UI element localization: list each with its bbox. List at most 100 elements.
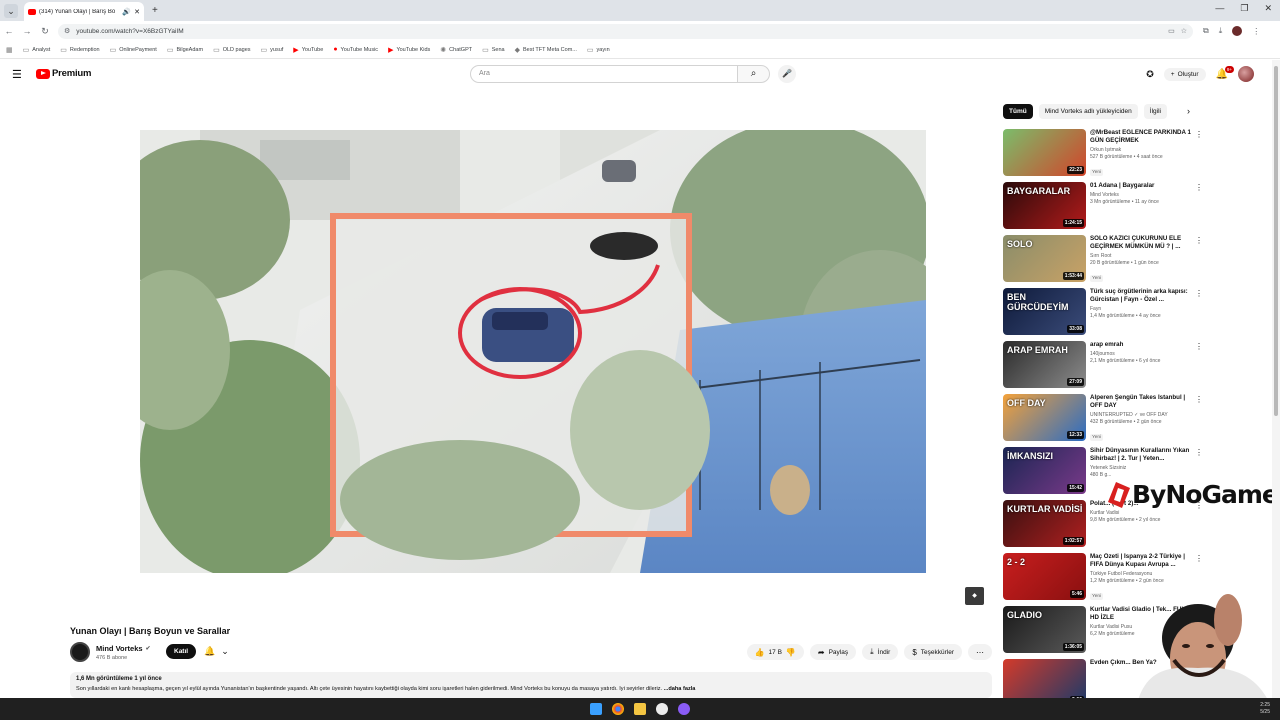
thanks-button[interactable]: $ Teşekkürler [904, 644, 962, 660]
search-button[interactable]: ⌕ [738, 65, 770, 83]
downloads-icon[interactable]: ⤓ [1219, 26, 1223, 36]
bookmark-item[interactable]: ▭ BilgeAdam [167, 46, 203, 54]
premium-icon[interactable]: ✪ [1146, 69, 1154, 80]
join-button[interactable]: Katıl [166, 644, 197, 659]
chrome-menu-icon[interactable]: ⋮ [1252, 27, 1260, 36]
video-thumbnail[interactable]: ARAP EMRAH 27:09 [1003, 341, 1086, 388]
video-player[interactable] [140, 130, 926, 573]
video-thumbnail[interactable]: OFF DAY 12:33 [1003, 394, 1086, 441]
chip-related[interactable]: İlgili [1143, 104, 1167, 119]
system-clock[interactable]: 2:25 5/25 [1260, 702, 1270, 716]
video-thumbnail[interactable]: BAYGARALAR 1:24:15 [1003, 182, 1086, 229]
channel-name[interactable]: Orkun Işıtmak [1090, 147, 1194, 153]
more-vertical-icon[interactable]: ⋮ [1195, 554, 1203, 563]
recommended-video[interactable]: ARAP EMRAH 27:09 arap emrah 140journos 2… [1003, 341, 1209, 394]
site-info-icon[interactable]: ⚙ [64, 27, 70, 35]
windows-start-icon[interactable] [590, 703, 602, 715]
more-vertical-icon[interactable]: ⋮ [1195, 448, 1203, 457]
more-vertical-icon[interactable]: ⋮ [1195, 236, 1203, 245]
video-thumbnail[interactable]: SOLO 1:53:44 [1003, 235, 1086, 282]
bookmark-item[interactable]: ▭ Redemption [60, 46, 99, 54]
search-input[interactable]: Ara [470, 65, 738, 83]
video-title[interactable]: SOLO KAZICI ÇUKURUNU ELE GEÇİRMEK MÜMKÜN… [1090, 235, 1194, 251]
close-window-icon[interactable]: ✕ [1264, 3, 1272, 14]
back-icon[interactable]: ← [0, 26, 18, 36]
url-text[interactable]: youtube.com/watch?v=X6BzGTYaiIM [76, 28, 1162, 35]
maximize-icon[interactable]: ❐ [1240, 3, 1248, 14]
like-dislike-button[interactable]: 👍 17 B 👎 [746, 644, 804, 660]
recommended-video[interactable]: BEN GÜRCÜDEYİM 33:08 Türk suç örgütlerin… [1003, 288, 1209, 341]
channel-name[interactable]: Türkiye Futbol Federasyonu [1090, 571, 1194, 577]
video-title[interactable]: @MrBeast EĞLENCE PARKINDA 1 GÜN GEÇİRMEK [1090, 129, 1194, 145]
bookmark-item[interactable]: ✺ ChatGPT [440, 46, 472, 54]
notifications-button[interactable]: 🔔 9+ [1216, 65, 1234, 80]
bookmark-item[interactable]: ▶ YouTube Kids [388, 46, 430, 54]
video-thumbnail[interactable]: 2 - 2 5:46 [1003, 553, 1086, 600]
bookmark-item[interactable]: ▭ Sena [482, 46, 504, 54]
apps-icon[interactable]: ▦ [6, 46, 13, 54]
bookmark-item[interactable]: ▭ OLD pages [213, 46, 250, 54]
new-tab-button[interactable]: + [152, 5, 158, 16]
omnibox[interactable]: ⚙ youtube.com/watch?v=X6BzGTYaiIM ▭ ☆ [58, 23, 1193, 39]
minimize-icon[interactable]: — [1215, 3, 1224, 14]
profile-avatar-icon[interactable] [1232, 26, 1243, 36]
channel-avatar[interactable] [70, 642, 90, 662]
bookmark-star-icon[interactable]: ☆ [1181, 27, 1187, 35]
like-icon[interactable]: 👍 [755, 648, 765, 657]
recommended-video[interactable]: 22:23 @MrBeast EĞLENCE PARKINDA 1 GÜN GE… [1003, 129, 1209, 182]
channel-name[interactable]: Kurtlar Vadisi [1090, 510, 1194, 516]
video-thumbnail[interactable]: İMKANSIZI 15:42 [1003, 447, 1086, 494]
forward-icon[interactable]: → [18, 26, 36, 36]
video-title[interactable]: 01 Adana | Baygaralar [1090, 182, 1194, 190]
more-vertical-icon[interactable]: ⋮ [1195, 289, 1203, 298]
create-button[interactable]: + Oluştur [1163, 67, 1206, 81]
bookmark-item[interactable]: ▭ yayın [587, 46, 610, 54]
more-actions-button[interactable]: ⋯ [968, 644, 992, 660]
video-thumbnail[interactable]: GLADIO 1:36:05 [1003, 606, 1086, 653]
chip-all[interactable]: Tümü [1003, 104, 1033, 119]
voice-search-button[interactable]: 🎤 [778, 65, 796, 83]
channel-name[interactable]: 140journos [1090, 351, 1194, 357]
video-title[interactable]: Maç Özeti | İspanya 2-2 Türkiye | FIFA D… [1090, 553, 1194, 569]
bookmark-item[interactable]: ▭ yusuf [261, 46, 284, 54]
channel-name[interactable]: Sırrı Root [1090, 253, 1194, 259]
channel-name[interactable]: Yetenek Sizsiniz [1090, 465, 1194, 471]
install-icon[interactable]: ▭ [1168, 27, 1175, 35]
reload-icon[interactable]: ↻ [36, 26, 54, 37]
close-tab-icon[interactable]: ✕ [134, 8, 140, 16]
video-thumbnail[interactable]: KURTLAR VADİSİ 1:02:57 [1003, 500, 1086, 547]
video-title[interactable]: Sihir Dünyasının Kurallarını Yıkan Sihir… [1090, 447, 1194, 463]
show-more-link[interactable]: ...daha fazla [664, 686, 696, 692]
more-vertical-icon[interactable]: ⋮ [1195, 130, 1203, 139]
download-button[interactable]: ⤓ İndir [862, 644, 899, 660]
hamburger-menu-icon[interactable]: ☰ [12, 68, 22, 81]
recommended-video[interactable]: BAYGARALAR 1:24:15 01 Adana | Baygaralar… [1003, 182, 1209, 235]
share-button[interactable]: ➦ Paylaş [809, 644, 857, 660]
recommended-video[interactable]: OFF DAY 12:33 Alperen Şengün Takes Istan… [1003, 394, 1209, 447]
channel-name-link[interactable]: Mind Vorteks ✔ [96, 644, 151, 653]
bookmark-item[interactable]: ● YouTube Music [333, 46, 378, 53]
description-box[interactable]: 1,6 Mn görüntüleme 1 yıl önce Son yıllar… [70, 672, 992, 698]
more-vertical-icon[interactable]: ⋮ [1195, 342, 1203, 351]
youtube-premium-logo[interactable]: Premium [36, 68, 91, 79]
chatgpt-taskbar-icon[interactable] [656, 703, 668, 715]
bookmark-item[interactable]: ▭ OnlinePayment [110, 46, 157, 54]
video-title[interactable]: Alperen Şengün Takes Istanbul | OFF DAY [1090, 394, 1194, 410]
account-avatar[interactable] [1238, 66, 1254, 82]
dislike-icon[interactable]: 👎 [786, 648, 796, 657]
bookmark-item[interactable]: ▶ YouTube [293, 46, 323, 54]
more-vertical-icon[interactable]: ⋮ [1195, 183, 1203, 192]
file-explorer-icon[interactable] [634, 703, 646, 715]
subscription-bell-button[interactable]: 🔔 ⌄ [204, 646, 229, 657]
video-title[interactable]: Türk suç örgütlerinin arka kapısı: Gürci… [1090, 288, 1194, 304]
chevron-right-icon[interactable]: › [1187, 106, 1190, 116]
bookmark-item[interactable]: ▭ Analyst [23, 46, 51, 54]
chip-from-uploader[interactable]: Mind Vorteks adlı yükleyiciden [1038, 104, 1138, 119]
more-vertical-icon[interactable]: ⋮ [1195, 395, 1203, 404]
channel-name[interactable]: Mind Vorteks [1090, 192, 1194, 198]
recommended-video[interactable]: SOLO 1:53:44 SOLO KAZICI ÇUKURUNU ELE GE… [1003, 235, 1209, 288]
extensions-icon[interactable]: ⧉ [1203, 26, 1209, 36]
video-thumbnail[interactable]: BEN GÜRCÜDEYİM 33:08 [1003, 288, 1086, 335]
chrome-icon[interactable] [612, 703, 624, 715]
scrollbar-thumb[interactable] [1274, 66, 1278, 416]
